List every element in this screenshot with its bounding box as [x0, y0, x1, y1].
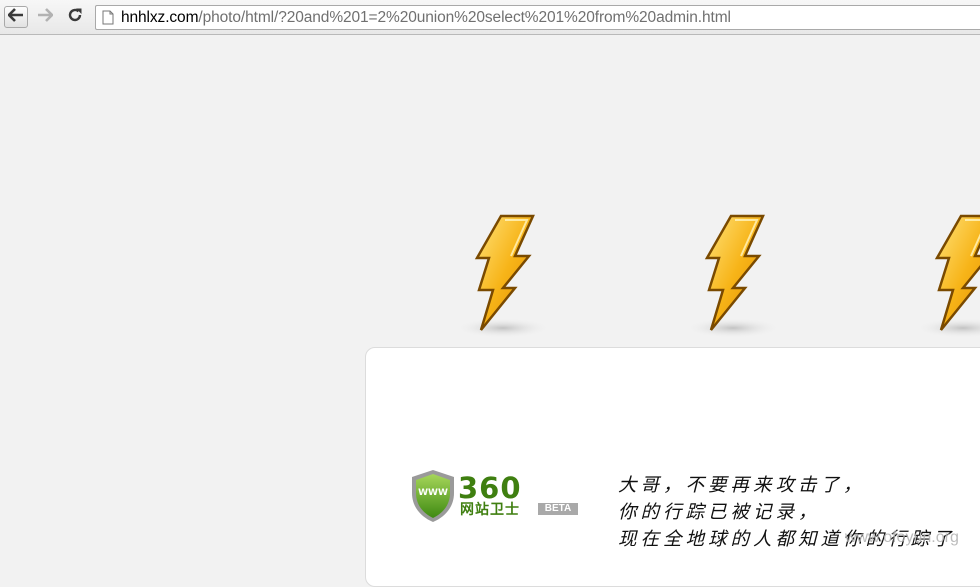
url-host: hnhlxz.com: [121, 8, 199, 26]
reload-icon: [67, 7, 83, 28]
watermark: www.ofoyun.org: [845, 529, 959, 546]
browser-toolbar: hnhlxz.com/photo/html/?20and%201=2%20uni…: [0, 0, 980, 35]
lightning-bolt-icon: [455, 212, 555, 342]
360-website-guard-logo: WWW 360 网站卫士 BETA: [410, 469, 582, 525]
page-icon: [102, 10, 114, 25]
logo-name: 网站卫士: [460, 501, 520, 517]
back-arrow-icon: [7, 7, 24, 27]
lightning-bolt-icon: [915, 212, 980, 342]
svg-text:WWW: WWW: [418, 488, 448, 498]
url-path: /photo/html/?20and%201=2%20union%20selec…: [198, 8, 731, 26]
forward-arrow-icon: [37, 7, 54, 27]
lightning-bolt-icon: [685, 212, 785, 342]
logo-number: 360: [458, 471, 522, 505]
address-bar[interactable]: hnhlxz.com/photo/html/?20and%201=2%20uni…: [95, 5, 980, 30]
back-button[interactable]: [4, 6, 28, 28]
url-text: hnhlxz.com/photo/html/?20and%201=2%20uni…: [121, 9, 731, 27]
message-line: 你的行踪已被记录，: [618, 502, 821, 523]
shield-icon: WWW: [412, 470, 454, 522]
beta-badge: BETA: [538, 503, 578, 515]
forward-button[interactable]: [33, 6, 57, 28]
reload-button[interactable]: [63, 6, 87, 28]
message-line: 大哥，不要再来攻击了，: [618, 475, 866, 496]
